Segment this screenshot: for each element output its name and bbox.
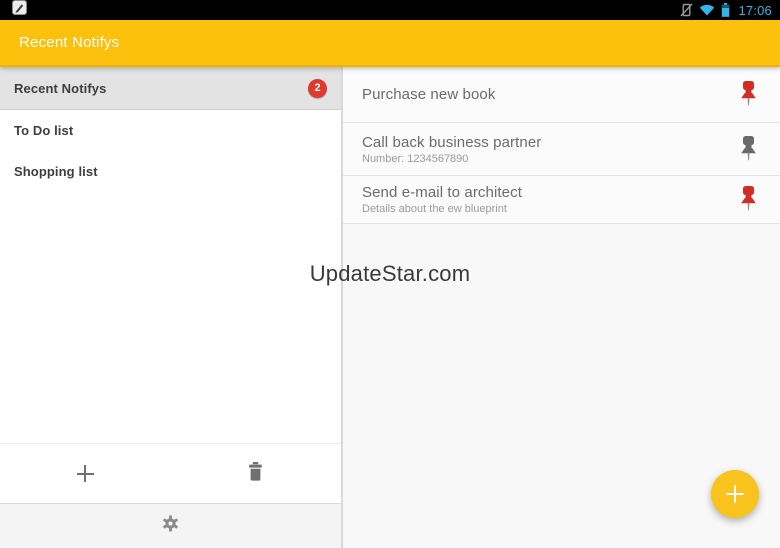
clock-time: 17:06: [738, 2, 772, 18]
plus-icon: [726, 485, 744, 503]
settings-button[interactable]: [147, 504, 195, 548]
note-item[interactable]: Call back business partner Number: 12345…: [343, 123, 780, 176]
status-bar: 17:06: [0, 0, 780, 20]
sidebar-toolbar: [0, 443, 341, 503]
pushpin-icon[interactable]: [739, 186, 758, 213]
action-bar: Recent Notifys: [0, 20, 780, 67]
note-notification-icon: [12, 0, 27, 20]
note-title: Call back business partner: [362, 133, 542, 151]
sidebar-item-recent-notifys[interactable]: Recent Notifys 2: [0, 67, 341, 110]
pushpin-icon[interactable]: [739, 135, 758, 163]
sidebar-list: Recent Notifys 2 To Do list Shopping lis…: [0, 67, 341, 192]
note-title: Purchase new book: [362, 86, 496, 103]
sidebar-item-todo-list[interactable]: To Do list: [0, 110, 341, 151]
note-item[interactable]: Send e-mail to architect Details about t…: [343, 176, 780, 224]
sidebar-item-shopping-list[interactable]: Shopping list: [0, 151, 341, 192]
sidebar-item-label: To Do list: [14, 123, 74, 138]
vibrate-icon: [680, 3, 693, 17]
plus-icon: [76, 465, 94, 482]
content-area: Recent Notifys 2 To Do list Shopping lis…: [0, 67, 780, 548]
note-title: Send e-mail to architect: [362, 184, 522, 201]
note-item[interactable]: Purchase new book: [343, 67, 780, 123]
unread-count-badge: 2: [308, 78, 327, 98]
note-subtitle: Details about the ew blueprint: [362, 203, 507, 215]
notes-list-panel: Purchase new book Call back business par…: [343, 67, 780, 548]
settings-bar: [0, 503, 341, 548]
add-list-button[interactable]: [0, 444, 171, 503]
trash-icon: [248, 461, 263, 486]
note-text: Purchase new book: [362, 86, 739, 103]
note-subtitle: Number: 1234567890: [362, 152, 469, 165]
add-note-fab[interactable]: [711, 470, 759, 518]
app-screen: 17:06 Recent Notifys Recent Notifys 2 To…: [0, 0, 780, 548]
note-text: Send e-mail to architect Details about t…: [362, 184, 739, 215]
lists-sidebar: Recent Notifys 2 To Do list Shopping lis…: [0, 67, 343, 548]
page-title: Recent Notifys: [19, 34, 120, 51]
note-text: Call back business partner Number: 12345…: [362, 134, 739, 165]
battery-icon: [721, 3, 730, 17]
delete-list-button[interactable]: [171, 444, 342, 503]
sidebar-item-label: Recent Notifys: [14, 80, 107, 96]
sidebar-item-label: Shopping list: [14, 164, 98, 179]
gear-icon: [162, 515, 179, 537]
wifi-icon: [699, 4, 715, 16]
pushpin-icon[interactable]: [739, 81, 758, 108]
